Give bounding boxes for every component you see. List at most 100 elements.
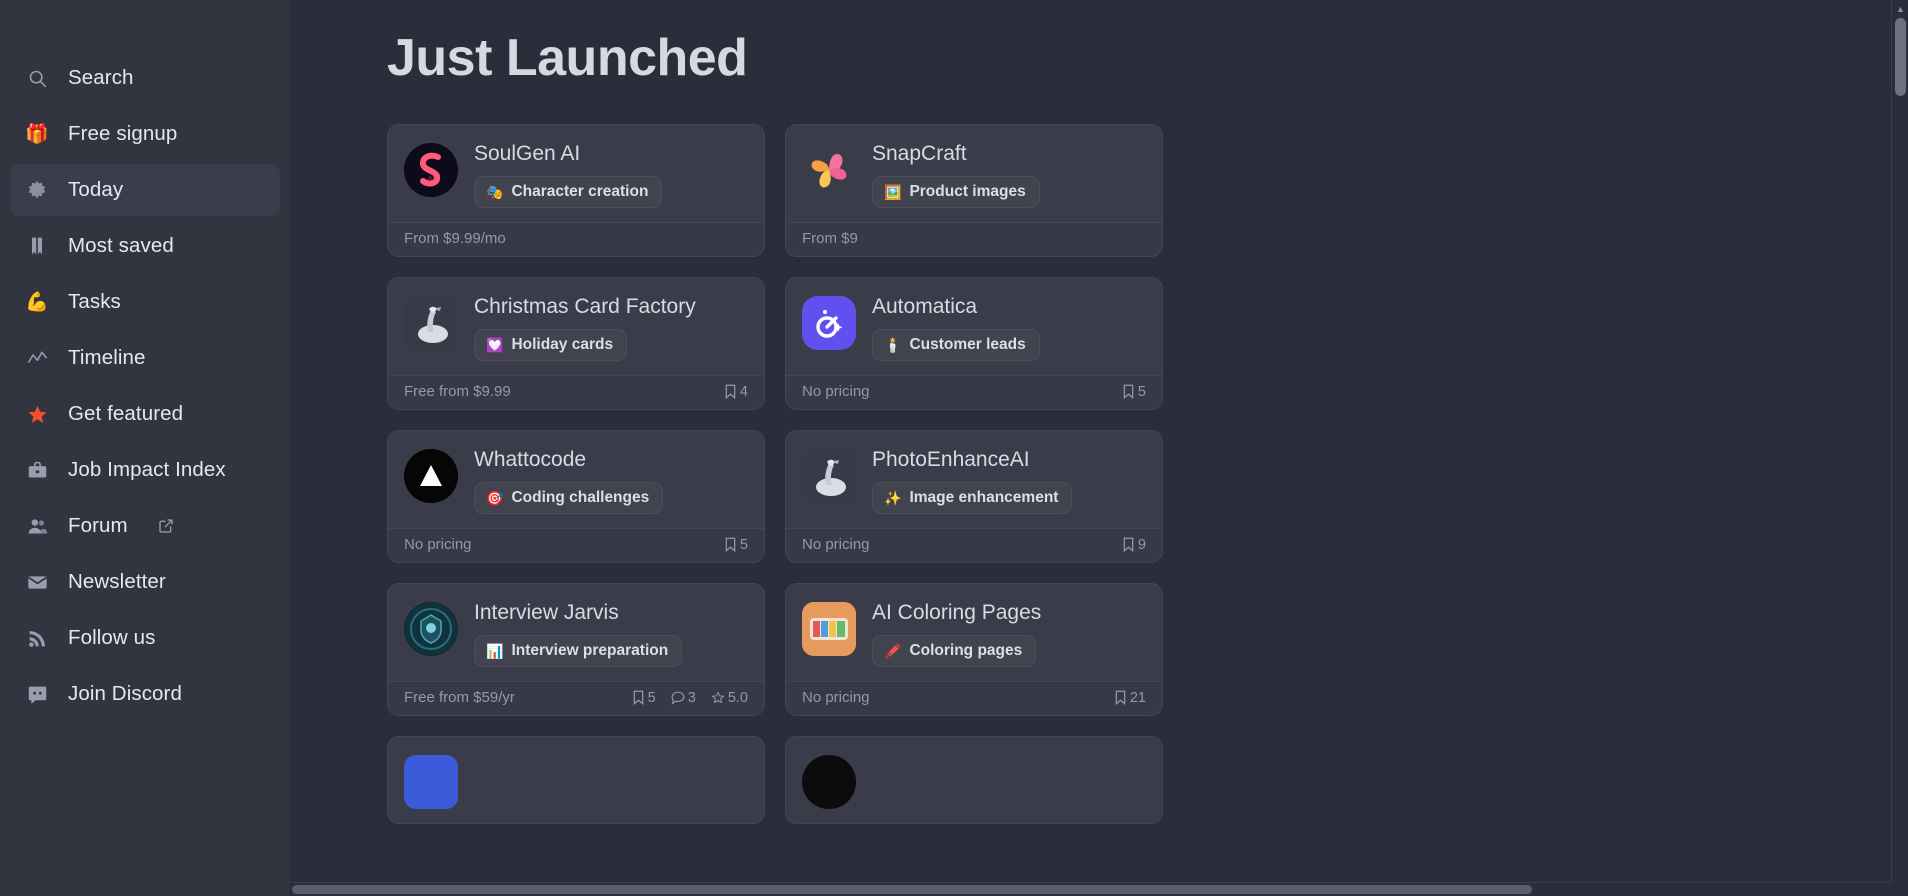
category-tag-label: Product images (909, 183, 1026, 201)
sidebar-item-free-signup[interactable]: 🎁 Free signup (10, 108, 280, 160)
product-logo-icon (802, 449, 856, 504)
tag-emoji-icon: 💟 (486, 337, 504, 354)
product-name: AI Coloring Pages (872, 601, 1042, 625)
category-tag[interactable]: 🕯️ Customer leads (872, 329, 1040, 362)
horizontal-scrollbar[interactable] (290, 882, 1891, 896)
sidebar-item-follow-us[interactable]: Follow us (10, 612, 280, 664)
category-tag-label: Character creation (511, 183, 649, 201)
tag-emoji-icon: 📊 (486, 643, 504, 660)
product-logo-icon (404, 449, 458, 504)
product-card[interactable] (387, 736, 765, 825)
saves-count: 5 (739, 536, 748, 553)
envelope-icon (24, 569, 50, 595)
product-card[interactable] (785, 736, 1163, 825)
card-body: SnapCraft 🖼️ Product images (786, 125, 1162, 222)
product-card[interactable]: Automatica 🕯️ Customer leads No pricing 5 (785, 277, 1163, 411)
product-card[interactable]: AI SoulGen AI 🎭 Character creation From $9.9… (387, 124, 765, 258)
main-content: Just Launched AI SoulGen AI 🎭 Character cre… (290, 0, 1908, 896)
sidebar-item-job-impact-index[interactable]: Job Impact Index (10, 444, 280, 496)
sparkle-icon (24, 177, 50, 203)
product-logo-icon (802, 755, 856, 810)
saves-count: 5 (647, 689, 656, 706)
price-label: Free from $9.99 (404, 383, 511, 401)
saves-count: 5 (1137, 383, 1146, 400)
tag-emoji-icon: 🖼️ (884, 184, 902, 201)
sidebar-item-label: Job Impact Index (68, 458, 226, 481)
card-text-column: Automatica 🕯️ Customer leads (872, 295, 1040, 362)
search-icon (24, 65, 50, 91)
card-body (786, 737, 1162, 823)
category-tag[interactable]: 🎯 Coding challenges (474, 482, 664, 515)
price-label: No pricing (802, 383, 870, 401)
product-logo-icon (802, 143, 856, 197)
category-tag[interactable]: ✨ Image enhancement (872, 482, 1073, 515)
tag-emoji-icon: 🖍️ (884, 643, 902, 660)
category-tag-label: Coding challenges (511, 489, 650, 507)
product-card[interactable]: Whattocode 🎯 Coding challenges No pricing 5 (387, 430, 765, 564)
price-label: No pricing (404, 536, 472, 554)
card-footer: Free from $9.99 4 (388, 375, 764, 410)
sidebar-item-label: Today (68, 178, 124, 201)
category-tag[interactable]: 💟 Holiday cards (474, 329, 628, 362)
card-body: Whattocode 🎯 Coding challenges (388, 431, 764, 528)
sidebar-item-get-featured[interactable]: Get featured (10, 388, 280, 440)
category-tag[interactable]: 🖍️ Coloring pages (872, 635, 1037, 668)
vertical-scrollbar[interactable]: ▲ ▼ (1891, 0, 1908, 896)
category-tag-label: Customer leads (909, 336, 1026, 354)
card-body: AI SoulGen AI 🎭 Character creation (388, 125, 764, 222)
product-name: Christmas Card Factory (474, 295, 696, 319)
card-text-column: AI Coloring Pages 🖍️ Coloring pages (872, 601, 1042, 668)
sidebar-item-label: Most saved (68, 234, 174, 257)
trendline-icon (24, 345, 50, 371)
saves-metric: 4 (724, 384, 748, 400)
card-footer: From $9.99/mo (388, 222, 764, 257)
scroll-up-arrow-icon[interactable]: ▲ (1892, 0, 1908, 17)
category-tag[interactable]: 🎭 Character creation (474, 176, 663, 209)
horizontal-scrollbar-thumb[interactable] (292, 885, 1532, 894)
bookmark-icon (724, 537, 737, 553)
card-metrics: 5 (1122, 384, 1146, 400)
sidebar-item-most-saved[interactable]: Most saved (10, 220, 280, 272)
sidebar-item-label: Timeline (68, 346, 146, 369)
sidebar-item-forum[interactable]: Forum (10, 500, 280, 552)
card-footer: No pricing 9 (786, 528, 1162, 563)
comments-count: 3 (687, 689, 696, 706)
sidebar-item-timeline[interactable]: Timeline (10, 332, 280, 384)
vertical-scrollbar-thumb[interactable] (1895, 18, 1906, 96)
sidebar-item-tasks[interactable]: 💪 Tasks (10, 276, 280, 328)
sidebar-item-newsletter[interactable]: Newsletter (10, 556, 280, 608)
price-label: From $9 (802, 230, 858, 248)
product-logo-icon (404, 602, 458, 657)
bookmark-icon (632, 690, 645, 706)
tag-emoji-icon: 🎯 (486, 490, 504, 507)
product-card[interactable]: SnapCraft 🖼️ Product images From $9 (785, 124, 1163, 258)
external-link-icon (158, 518, 174, 534)
card-metrics: 9 (1122, 537, 1146, 553)
product-name: PhotoEnhanceAI (872, 448, 1030, 472)
sidebar-item-search[interactable]: Search (10, 52, 280, 104)
card-text-column: SnapCraft 🖼️ Product images (872, 142, 1040, 209)
product-card[interactable]: Christmas Card Factory 💟 Holiday cards Free… (387, 277, 765, 411)
category-tag[interactable]: 📊 Interview preparation (474, 635, 683, 668)
sidebar: Search 🎁 Free signup Today Most saved 💪 Tasks T… (0, 0, 290, 896)
saves-count: 21 (1129, 689, 1146, 706)
gift-icon: 🎁 (25, 123, 49, 145)
product-name: Automatica (872, 295, 978, 319)
card-body: Interview Jarvis 📊 Interview preparation (388, 584, 764, 681)
sidebar-item-label: Newsletter (68, 570, 166, 593)
price-label: Free from $59/yr (404, 689, 515, 707)
sidebar-item-today[interactable]: Today (10, 164, 280, 216)
saves-metric: 9 (1122, 537, 1146, 553)
discord-icon (24, 681, 50, 707)
product-card[interactable]: AI Coloring Pages 🖍️ Coloring pages No pric… (785, 583, 1163, 717)
card-metrics: 5 (724, 537, 748, 553)
product-card[interactable]: PhotoEnhanceAI ✨ Image enhancement No prici… (785, 430, 1163, 564)
sidebar-item-label: Free signup (68, 122, 178, 145)
category-tag[interactable]: 🖼️ Product images (872, 176, 1040, 209)
sidebar-item-join-discord[interactable]: Join Discord (10, 668, 280, 720)
card-body: PhotoEnhanceAI ✨ Image enhancement (786, 431, 1162, 528)
price-label: No pricing (802, 536, 870, 554)
rating-metric: 5.0 (711, 690, 748, 706)
product-card[interactable]: Interview Jarvis 📊 Interview preparation Fr… (387, 583, 765, 717)
bookmark-icon (1122, 384, 1135, 400)
